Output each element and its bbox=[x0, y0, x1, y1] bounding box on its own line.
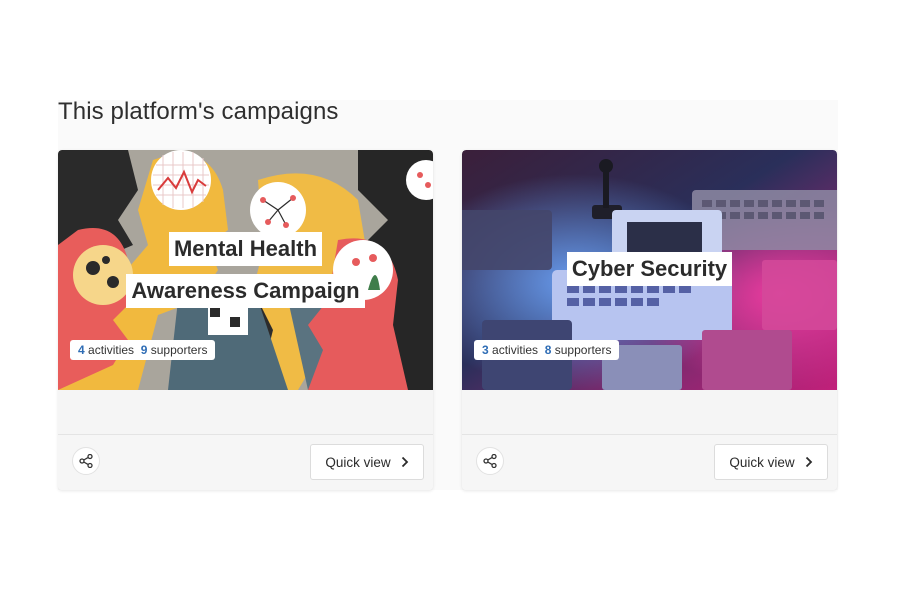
activities-count: 3 bbox=[482, 343, 489, 357]
quick-view-label: Quick view bbox=[325, 454, 391, 470]
share-icon bbox=[79, 454, 93, 468]
section-title: This platform's campaigns bbox=[58, 98, 339, 125]
chevron-right-icon bbox=[401, 456, 409, 468]
campaign-title-line1[interactable]: Mental Health bbox=[168, 232, 323, 266]
share-icon bbox=[483, 454, 497, 468]
share-button[interactable] bbox=[72, 447, 100, 475]
activities-count: 4 bbox=[78, 343, 85, 357]
campaign-title-line2[interactable]: Awareness Campaign bbox=[126, 274, 365, 308]
supporters-label: supporters bbox=[150, 343, 208, 357]
quick-view-button[interactable]: Quick view bbox=[714, 444, 828, 480]
supporters-label: supporters bbox=[554, 343, 612, 357]
supporters-count: 8 bbox=[544, 343, 552, 357]
share-button[interactable] bbox=[476, 447, 504, 475]
quick-view-button[interactable]: Quick view bbox=[310, 444, 424, 480]
campaign-card-cyber-security[interactable]: Cyber Security 3 activities 8 supporters bbox=[462, 150, 837, 490]
campaign-title-line1-wrap: Mental Health bbox=[58, 232, 433, 266]
activities-label: activities bbox=[492, 343, 539, 357]
campaign-title-line2-wrap: Awareness Campaign bbox=[58, 274, 433, 308]
campaign-image-mental-health[interactable]: Mental Health Awareness Campaign 4 activ… bbox=[58, 150, 433, 390]
campaign-stats-badge: 4 activities 9 supporters bbox=[70, 340, 216, 360]
campaign-title-line1-wrap: Cyber Security bbox=[462, 252, 837, 286]
chevron-right-icon bbox=[805, 456, 813, 468]
quick-view-label: Quick view bbox=[729, 454, 795, 470]
supporters-count: 9 bbox=[140, 343, 148, 357]
campaign-image-cyber-security[interactable]: Cyber Security 3 activities 8 supporters bbox=[462, 150, 837, 390]
activities-label: activities bbox=[88, 343, 135, 357]
campaign-card-mental-health[interactable]: Mental Health Awareness Campaign 4 activ… bbox=[58, 150, 433, 490]
card-footer: Quick view bbox=[58, 434, 433, 490]
campaign-stats-badge: 3 activities 8 supporters bbox=[474, 340, 620, 360]
campaign-title-line1[interactable]: Cyber Security bbox=[566, 252, 733, 286]
page: This platform's campaigns Mental Health … bbox=[0, 0, 900, 600]
card-footer: Quick view bbox=[462, 434, 837, 490]
